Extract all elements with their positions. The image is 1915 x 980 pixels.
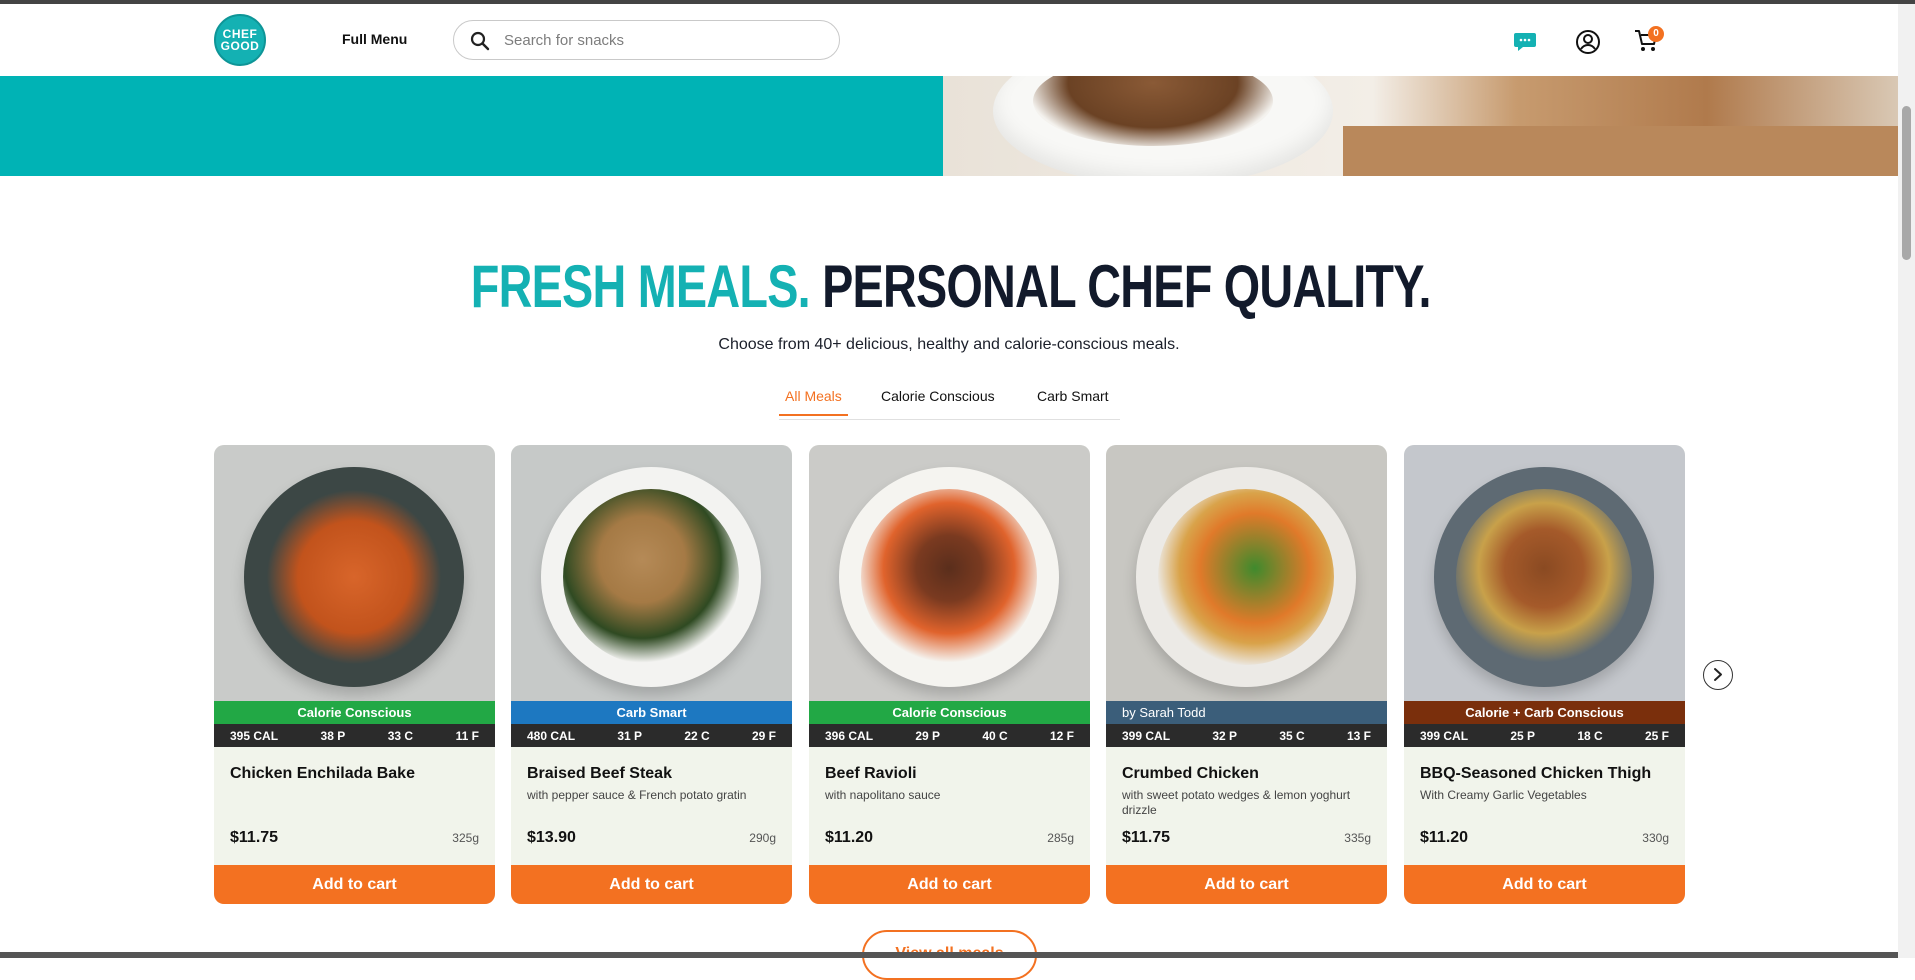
meal-carbs: 35 C bbox=[1279, 728, 1305, 743]
meal-photo bbox=[809, 445, 1090, 701]
meal-tag: Calorie Conscious bbox=[214, 701, 495, 724]
meal-macros: 399 CAL 25 P 18 C 25 F bbox=[1404, 724, 1685, 747]
meal-carbs: 40 C bbox=[982, 728, 1008, 743]
meal-tag: by Sarah Todd bbox=[1106, 701, 1387, 724]
meal-plate bbox=[1434, 467, 1654, 687]
meal-weight: 335g bbox=[1344, 831, 1371, 845]
meal-weight: 290g bbox=[749, 831, 776, 845]
meal-plate bbox=[541, 467, 761, 687]
meal-price: $11.75 bbox=[230, 829, 279, 846]
meal-calories: 396 CAL bbox=[825, 728, 874, 743]
meal-card[interactable]: Carb Smart 480 CAL 31 P 22 C 29 F Braise… bbox=[511, 445, 792, 904]
meal-weight: 325g bbox=[452, 831, 479, 845]
meal-plate bbox=[839, 467, 1059, 687]
meal-protein: 29 P bbox=[915, 728, 941, 743]
meal-price: $13.90 bbox=[527, 829, 576, 846]
meal-weight: 330g bbox=[1642, 831, 1669, 845]
chefgood-logo[interactable]: CHEF GOOD bbox=[214, 14, 266, 66]
meal-fat: 13 F bbox=[1346, 728, 1371, 743]
search-input[interactable] bbox=[504, 29, 824, 51]
meal-name[interactable]: BBQ-Seasoned Chicken Thigh bbox=[1420, 765, 1651, 783]
meal-weight: 285g bbox=[1047, 831, 1074, 845]
meal-card[interactable]: by Sarah Todd 399 CAL 32 P 35 C 13 F Cru… bbox=[1106, 445, 1387, 904]
meal-photo bbox=[511, 445, 792, 701]
meal-tag: Calorie + Carb Conscious bbox=[1404, 701, 1685, 724]
meal-macros: 480 CAL 31 P 22 C 29 F bbox=[511, 724, 792, 747]
hero-table-surface bbox=[1343, 126, 1898, 176]
meal-price: $11.75 bbox=[1122, 829, 1171, 846]
meal-name[interactable]: Braised Beef Steak bbox=[527, 765, 672, 783]
full-menu-link[interactable]: Full Menu bbox=[342, 31, 407, 47]
meal-photo bbox=[214, 445, 495, 701]
meal-description: with sweet potato wedges & lemon yoghurt… bbox=[1122, 788, 1351, 817]
meal-description: with pepper sauce & French potato gratin bbox=[527, 788, 747, 802]
meal-description: With Creamy Garlic Vegetables bbox=[1420, 788, 1587, 802]
meal-price: $11.20 bbox=[825, 829, 874, 846]
meal-fat: 12 F bbox=[1049, 728, 1074, 743]
tab-carb-smart[interactable]: Carb Smart bbox=[1037, 388, 1109, 414]
meal-card[interactable]: Calorie + Carb Conscious 399 CAL 25 P 18… bbox=[1404, 445, 1685, 904]
add-to-cart-button[interactable]: Add to cart bbox=[1106, 865, 1387, 904]
add-to-cart-button[interactable]: Add to cart bbox=[809, 865, 1090, 904]
add-to-cart-button[interactable]: Add to cart bbox=[1404, 865, 1685, 904]
headline-accent: FRESH MEALS. bbox=[470, 253, 811, 320]
meal-protein: 38 P bbox=[320, 728, 346, 743]
meal-calories: 399 CAL bbox=[1122, 728, 1171, 743]
meal-fat: 29 F bbox=[751, 728, 776, 743]
meal-calories: 480 CAL bbox=[527, 728, 576, 743]
meal-macros: 399 CAL 32 P 35 C 13 F bbox=[1106, 724, 1387, 747]
meal-protein: 25 P bbox=[1510, 728, 1536, 743]
meal-calories: 399 CAL bbox=[1420, 728, 1469, 743]
meal-carbs: 22 C bbox=[684, 728, 710, 743]
cart-count-badge: 0 bbox=[1648, 26, 1664, 42]
meal-protein: 32 P bbox=[1212, 728, 1238, 743]
headline-main: PERSONAL CHEF QUALITY. bbox=[822, 253, 1431, 320]
meal-plate bbox=[1136, 467, 1356, 687]
meal-fat: 25 F bbox=[1644, 728, 1669, 743]
meal-carbs: 18 C bbox=[1577, 728, 1603, 743]
meal-description: with napolitano sauce bbox=[825, 788, 941, 802]
meal-photo bbox=[1106, 445, 1387, 701]
meal-card[interactable]: Calorie Conscious 395 CAL 38 P 33 C 11 F… bbox=[214, 445, 495, 904]
meal-plate bbox=[244, 467, 464, 687]
section-subheading: Choose from 40+ delicious, healthy and c… bbox=[718, 336, 1180, 353]
chevron-right-icon bbox=[1714, 668, 1722, 681]
meal-macros: 395 CAL 38 P 33 C 11 F bbox=[214, 724, 495, 747]
carousel-next-button[interactable] bbox=[1703, 660, 1733, 690]
meal-tag: Carb Smart bbox=[511, 701, 792, 724]
chat-icon[interactable] bbox=[1513, 31, 1537, 53]
add-to-cart-button[interactable]: Add to cart bbox=[214, 865, 495, 904]
hero-banner-color-block bbox=[0, 76, 943, 176]
meal-name[interactable]: Beef Ravioli bbox=[825, 765, 917, 783]
site-header: CHEF GOOD Full Menu 0 bbox=[0, 4, 1898, 76]
meal-calories: 395 CAL bbox=[230, 728, 279, 743]
tab-calorie-conscious[interactable]: Calorie Conscious bbox=[881, 388, 995, 414]
add-to-cart-button[interactable]: Add to cart bbox=[511, 865, 792, 904]
search-icon bbox=[470, 31, 490, 51]
meal-fat: 11 F bbox=[455, 728, 479, 743]
meal-carbs: 33 C bbox=[387, 728, 414, 743]
search-bar[interactable] bbox=[453, 20, 840, 60]
meal-macros: 396 CAL 29 P 40 C 12 F bbox=[809, 724, 1090, 747]
meal-card[interactable]: Calorie Conscious 396 CAL 29 P 40 C 12 F… bbox=[809, 445, 1090, 904]
meal-price: $11.20 bbox=[1420, 829, 1469, 846]
meal-filter-tabs: All Meals Calorie Conscious Carb Smart bbox=[779, 386, 1120, 420]
meal-photo bbox=[1404, 445, 1685, 701]
hero-banner-image bbox=[943, 76, 1898, 176]
tab-all-meals[interactable]: All Meals bbox=[779, 388, 848, 416]
section-headline: FRESH MEALS. PERSONAL CHEF QUALITY. bbox=[211, 252, 1691, 321]
meal-protein: 31 P bbox=[617, 728, 643, 743]
scrollbar-thumb[interactable] bbox=[1902, 106, 1911, 260]
meal-name[interactable]: Crumbed Chicken bbox=[1122, 765, 1259, 783]
account-icon[interactable] bbox=[1575, 29, 1601, 55]
window-bottom-border bbox=[0, 952, 1898, 958]
meal-name[interactable]: Chicken Enchilada Bake bbox=[230, 765, 415, 783]
meal-tag: Calorie Conscious bbox=[809, 701, 1090, 724]
